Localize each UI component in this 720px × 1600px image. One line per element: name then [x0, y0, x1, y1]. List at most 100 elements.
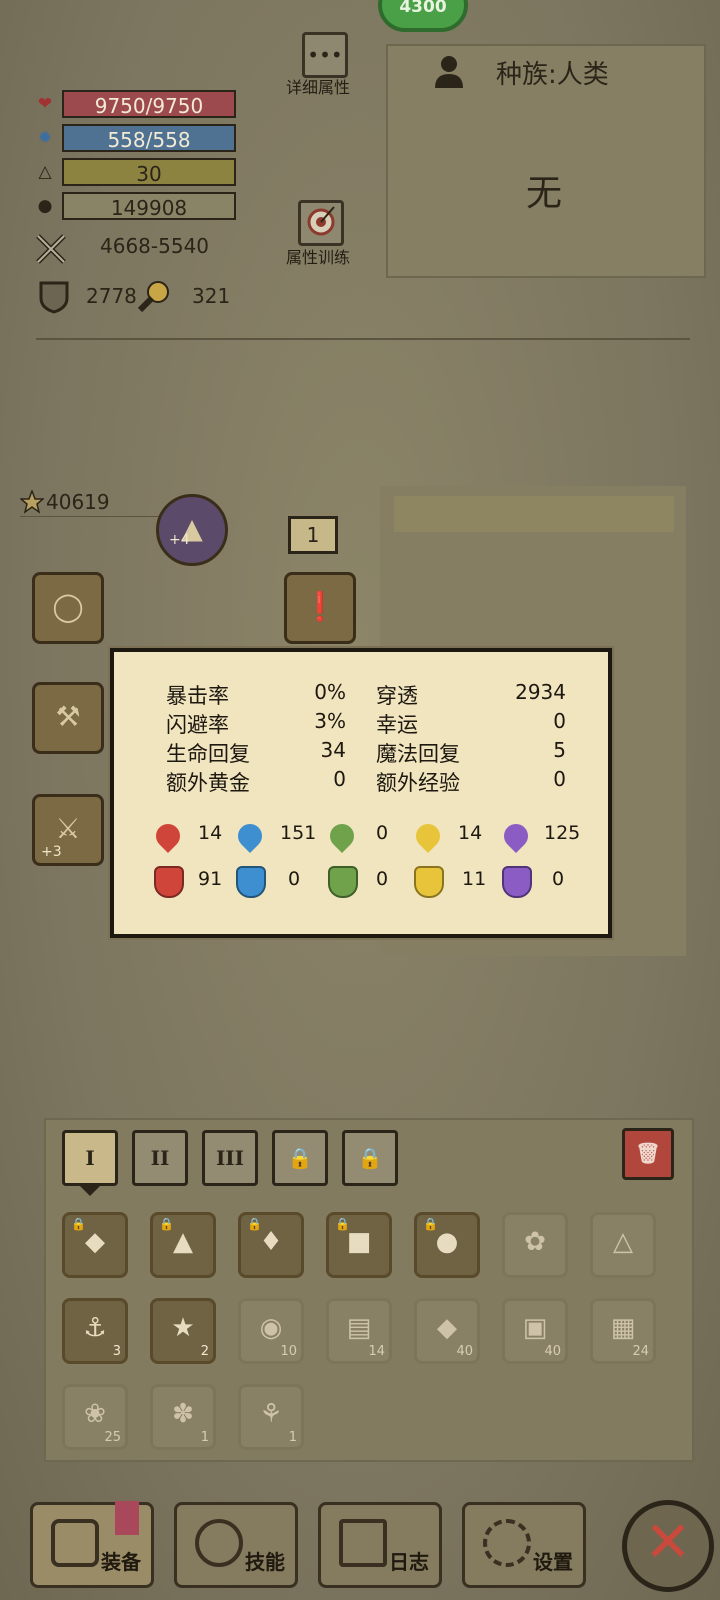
inventory-slot[interactable]: 🔒 ♦ [238, 1212, 304, 1278]
inventory-slot[interactable]: ◆ 40 [414, 1298, 480, 1364]
crit-rate-value: 0% [314, 680, 346, 704]
ring-slot[interactable]: ◯ [32, 572, 104, 644]
inventory-slot[interactable]: ✿ [502, 1212, 568, 1278]
inventory-slot[interactable]: ▦ 24 [590, 1298, 656, 1364]
nav-equip-label: 装备 [101, 1550, 141, 1574]
axe-slot[interactable]: ⚒ [32, 682, 104, 754]
belt-icon: ● [435, 1227, 459, 1257]
necklace-slot[interactable]: ❗ [284, 572, 356, 644]
light-resist-value: 11 [462, 868, 487, 890]
inventory-tab-2[interactable]: II [132, 1130, 188, 1186]
item-count: 24 [632, 1344, 649, 1359]
potion-orange-icon: ◉ [259, 1313, 283, 1343]
nav-skill-button[interactable]: 技能 [174, 1502, 298, 1588]
power-value: 321 [192, 284, 231, 308]
heart-icon: ❤ [37, 94, 53, 114]
nature-resist-icon [328, 866, 358, 898]
nature-resist-value: 0 [376, 868, 389, 890]
axe-nav-icon [51, 1519, 99, 1567]
herbs-icon: ✿ [524, 1227, 546, 1257]
inventory-tab-locked-1[interactable]: 🔒 [272, 1130, 328, 1186]
nav-settings-button[interactable]: 设置 [462, 1502, 586, 1588]
penetration-value: 2934 [515, 680, 566, 704]
inventory-slot[interactable]: ❀ 25 [62, 1384, 128, 1450]
penetration-label: 穿透 [376, 684, 418, 708]
defense-value: 2778 [86, 284, 137, 308]
water-resist-icon [236, 866, 266, 898]
cloth-icon: ▦ [610, 1313, 636, 1343]
rating-value: 40619 [46, 490, 110, 514]
hp-regen-value: 34 [320, 738, 346, 762]
inventory-slot[interactable]: 🔒 ■ [326, 1212, 392, 1278]
water-resist-value: 0 [288, 868, 301, 890]
inventory-slot[interactable]: ✽ 1 [150, 1384, 216, 1450]
luck-value: 0 [553, 709, 566, 733]
nav-log-label: 日志 [389, 1550, 429, 1574]
mp-regen-label: 魔法回复 [376, 742, 460, 766]
inventory-slot[interactable]: ★ 2 [150, 1298, 216, 1364]
dodge-rate-value: 3% [314, 709, 346, 733]
gear-icon [483, 1519, 531, 1567]
inventory-slot[interactable]: △ [590, 1212, 656, 1278]
armor-icon: ◆ [85, 1227, 105, 1257]
axe-icon: ⚒ [55, 700, 81, 733]
mp-regen-value: 5 [553, 738, 566, 762]
active-tab-indicator [80, 1186, 100, 1196]
inventory-slot[interactable]: 🔒 ▲ [150, 1212, 216, 1278]
race-title: 无 [525, 173, 562, 214]
inventory-slot[interactable]: ◉ 10 [238, 1298, 304, 1364]
inventory-slot[interactable]: ▤ 14 [326, 1298, 392, 1364]
light-attack-value: 14 [458, 822, 483, 844]
nav-log-button[interactable]: 日志 [318, 1502, 442, 1588]
hp-bar: 9750/9750 [62, 90, 236, 118]
inventory-tab-locked-2[interactable]: 🔒 [342, 1130, 398, 1186]
scroll-icon: ▤ [346, 1313, 372, 1343]
skill-ring-icon [195, 1519, 243, 1567]
water-attack-icon [233, 819, 267, 853]
boots-icon: ▲ [173, 1227, 193, 1257]
map-icon: △ [613, 1227, 633, 1257]
inventory-slot[interactable]: ⚓ 3 [62, 1298, 128, 1364]
currency-bubble: 4300 [378, 0, 468, 32]
inventory-slot[interactable]: 🔒 ◆ [62, 1212, 128, 1278]
extra-gold-value: 0 [333, 767, 346, 791]
shield-icon [38, 280, 70, 314]
inventory-slot[interactable]: ⚘ 1 [238, 1384, 304, 1450]
item-count: 1 [200, 1430, 209, 1445]
arcane-resist-icon [502, 866, 532, 898]
star-icon [18, 488, 46, 514]
weapon-slot[interactable]: ⚔ +3 [32, 794, 104, 866]
gold-coins-icon: ● [37, 196, 53, 216]
weapon-plus: +3 [41, 844, 62, 860]
extra-gold-label: 额外黄金 [166, 771, 250, 795]
feather-icon: ❀ [84, 1399, 106, 1429]
attribute-training-button[interactable] [298, 200, 344, 246]
attribute-tooltip: 暴击率 0% 闪避率 3% 生命回复 34 额外黄金 0 穿透 2934 幸运 … [110, 648, 612, 938]
ore-icon: ▣ [522, 1313, 548, 1343]
item-count: 40 [544, 1344, 561, 1359]
fist-power-icon [136, 278, 172, 314]
potion-pink-icon: ★ [171, 1313, 195, 1343]
weapon-icon: ⚔ [55, 812, 81, 845]
inventory-tab-3[interactable]: III [202, 1130, 258, 1186]
nav-settings-label: 设置 [533, 1550, 573, 1574]
trash-icon: 🗑 [635, 1141, 661, 1165]
item-count: 10 [280, 1344, 297, 1359]
nav-equip-button[interactable]: 装备 [30, 1501, 154, 1588]
item-count: 3 [112, 1344, 121, 1359]
water-attack-value: 151 [280, 822, 317, 844]
luck-label: 幸运 [376, 713, 418, 737]
inventory-tab-1[interactable]: I [62, 1130, 118, 1186]
inventory-slot[interactable]: 🔒 ● [414, 1212, 480, 1278]
crossed-swords-icon [34, 232, 68, 266]
lock-icon: 🔒 [287, 1146, 313, 1170]
inventory-slot[interactable]: ▣ 40 [502, 1298, 568, 1364]
helmet-slot[interactable]: ▲ +4 [156, 494, 228, 566]
bone-icon: ✽ [172, 1399, 194, 1429]
detail-attributes-button[interactable]: ••• [302, 32, 348, 78]
lock-icon: 🔒 [357, 1146, 383, 1170]
dodge-rate-label: 闪避率 [166, 713, 229, 737]
close-button[interactable]: ✕ [622, 1500, 714, 1592]
trash-button[interactable]: 🗑 [622, 1128, 674, 1180]
level-bar: 30 [62, 158, 236, 186]
